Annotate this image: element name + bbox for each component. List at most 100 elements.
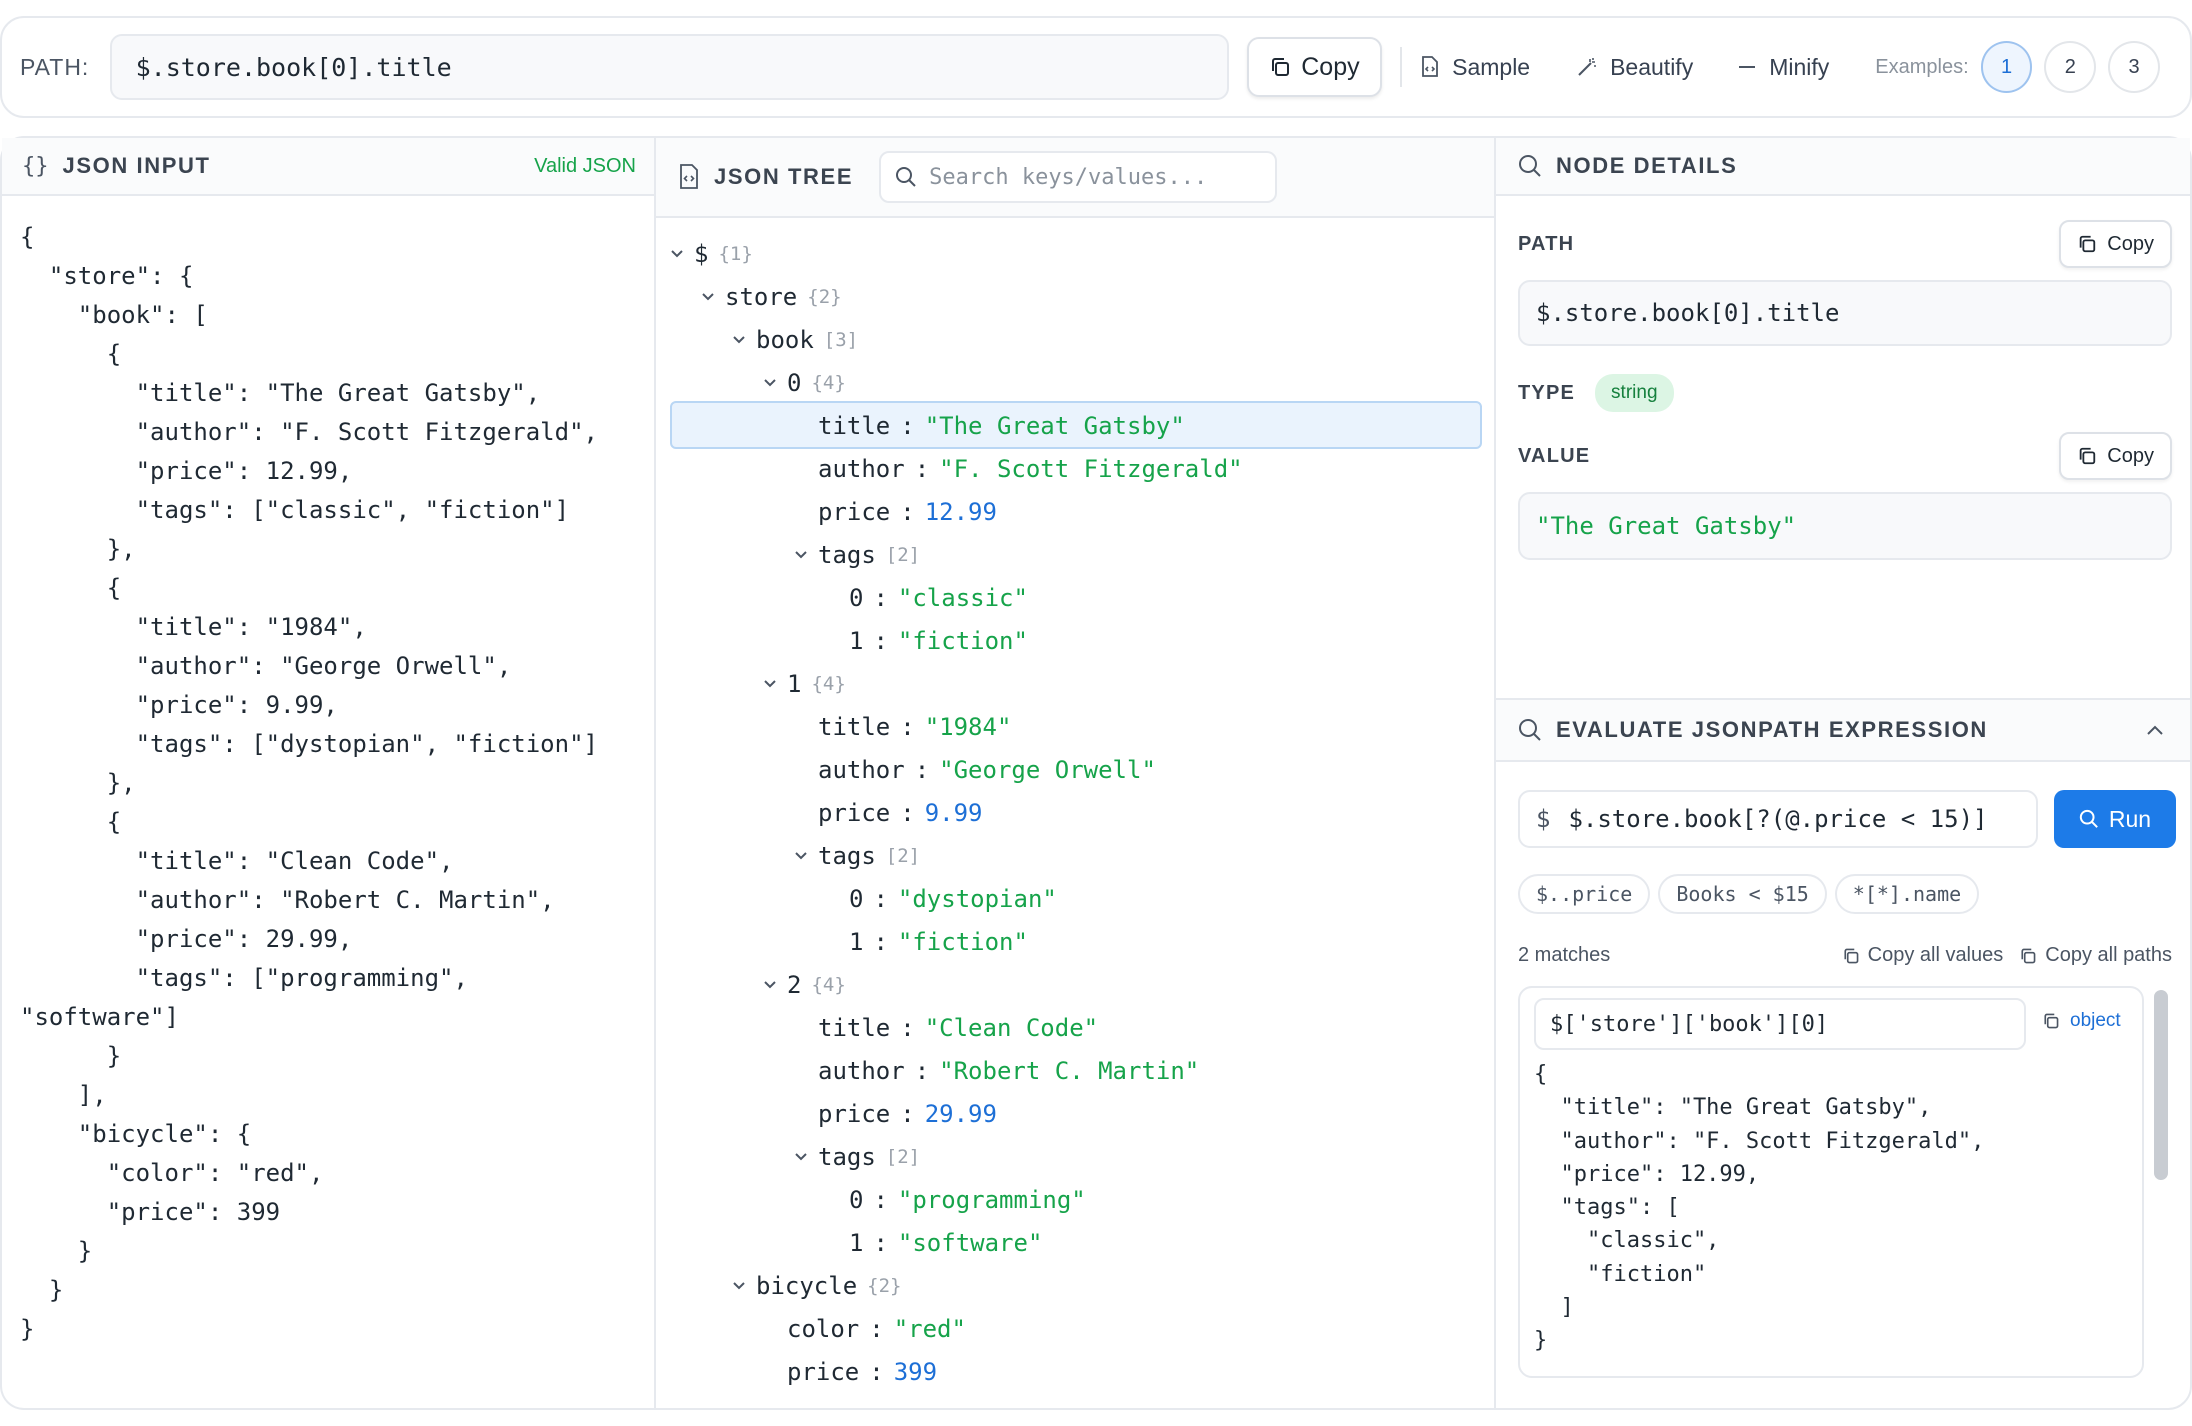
tree-row[interactable]: book [3] (656, 318, 1496, 361)
tree-value: "The Great Gatsby" (924, 411, 1185, 440)
tree-row[interactable]: author: "F. Scott Fitzgerald" (656, 447, 1496, 490)
tree-row[interactable]: author: "Robert C. Martin" (656, 1049, 1496, 1092)
tree-colon: : (900, 497, 915, 526)
tree-count: {4} (811, 973, 846, 996)
tree-key: title (818, 712, 891, 741)
tree-row[interactable]: 1 {4} (656, 662, 1496, 705)
tree-row[interactable]: 0: "dystopian" (656, 877, 1496, 920)
result-scrollbar[interactable] (2154, 990, 2168, 1230)
tree-row[interactable]: title: "The Great Gatsby" (656, 401, 1496, 449)
chevron-down-icon[interactable] (763, 378, 787, 388)
tree-count: {2} (867, 1274, 902, 1297)
example-button-3[interactable]: 3 (2108, 41, 2160, 93)
minify-button[interactable]: Minify (1739, 54, 1829, 81)
tree-row[interactable]: 0 {4} (656, 361, 1496, 404)
tree-row[interactable]: 1: "software" (656, 1221, 1496, 1264)
tree-row[interactable]: store {2} (656, 275, 1496, 318)
json-input-editor[interactable]: { "store": { "book": [ { "title": "The G… (2, 196, 656, 1349)
run-button[interactable]: Run (2054, 790, 2176, 848)
evaluate-title: EVALUATE JSONPATH EXPRESSION (1556, 717, 1988, 742)
tree-value: "1984" (924, 712, 1012, 741)
expression-input[interactable]: $ $.store.book[?(@.price < 15)] (1518, 790, 2038, 848)
tree-search-input[interactable]: Search keys/values... (879, 151, 1278, 203)
tree-row[interactable]: bicycle {2} (656, 1264, 1496, 1307)
tree-key: 1 (787, 669, 802, 698)
preset-chip[interactable]: *[*].name (1834, 874, 1980, 914)
details-value-field[interactable]: "The Great Gatsby" (1518, 492, 2172, 560)
result-card: $['store']['book'][0] object { "title": … (1518, 986, 2144, 1378)
tree-row[interactable]: price:399 (656, 1350, 1496, 1393)
tree-row[interactable]: color: "red" (656, 1307, 1496, 1350)
tree-row[interactable]: 0: "classic" (656, 576, 1496, 619)
copy-icon (2019, 947, 2037, 965)
result-path-field[interactable]: $['store']['book'][0] (1534, 998, 2026, 1050)
tree-value: "programming" (897, 1185, 1086, 1214)
result-type[interactable]: object (2042, 1010, 2121, 1032)
copy-icon (2042, 1012, 2060, 1030)
tree-row[interactable]: tags [2] (656, 533, 1496, 576)
tree-value: "Clean Code" (924, 1013, 1099, 1042)
chevron-down-icon[interactable] (794, 550, 818, 560)
tree-colon: : (914, 454, 930, 483)
tree-colon: : (873, 884, 888, 913)
json-input-title: JSON INPUT (62, 153, 211, 178)
copy-path-button[interactable]: Copy (1246, 37, 1383, 97)
chevron-down-icon[interactable] (732, 1281, 756, 1291)
tree-key: author (818, 454, 905, 483)
copy-details-path-label: Copy (2107, 232, 2154, 255)
copy-icon (1269, 56, 1291, 78)
details-value-label: VALUE (1518, 444, 1591, 467)
tree-row[interactable]: 0: "programming" (656, 1178, 1496, 1221)
tree-row[interactable]: 2 {4} (656, 963, 1496, 1006)
chevron-up-icon[interactable] (2146, 724, 2164, 736)
details-type-row: TYPE string (1518, 374, 1674, 412)
preset-chip[interactable]: Books < $15 (1658, 874, 1827, 914)
chevron-down-icon[interactable] (794, 851, 818, 861)
tree-key: $ (694, 239, 709, 268)
tree-key: 0 (849, 583, 864, 612)
tree-row[interactable]: price:9.99 (656, 791, 1496, 834)
tree-row[interactable]: title: "Clean Code" (656, 1006, 1496, 1049)
tree-row[interactable]: $ {1} (656, 232, 1496, 275)
evaluate-header[interactable]: EVALUATE JSONPATH EXPRESSION (1496, 698, 2190, 762)
tree-value: "George Orwell" (939, 755, 1156, 784)
tree-key: tags (818, 841, 876, 870)
beautify-button[interactable]: Beautify (1576, 54, 1693, 81)
chevron-down-icon[interactable] (794, 1152, 818, 1162)
details-path-field[interactable]: $.store.book[0].title (1518, 280, 2172, 346)
sample-button[interactable]: Sample (1420, 54, 1530, 81)
tree-row[interactable]: title: "1984" (656, 705, 1496, 748)
tree-key: 1 (849, 927, 864, 956)
chevron-down-icon[interactable] (701, 292, 725, 302)
chevron-down-icon[interactable] (670, 249, 694, 259)
run-label: Run (2108, 805, 2152, 832)
expression-prefix: $ (1536, 805, 1551, 833)
tree-row[interactable]: 1: "fiction" (656, 920, 1496, 963)
tree-row[interactable]: price:29.99 (656, 1092, 1496, 1135)
copy-details-path-button[interactable]: Copy (2059, 220, 2172, 268)
chevron-down-icon[interactable] (763, 980, 787, 990)
tree-count: {4} (811, 371, 846, 394)
tree-key: 2 (787, 970, 802, 999)
tree-row[interactable]: tags [2] (656, 1135, 1496, 1178)
chevron-down-icon[interactable] (763, 679, 787, 689)
copy-all-values-button[interactable]: Copy all values (1842, 944, 2003, 967)
tree-row[interactable]: tags [2] (656, 834, 1496, 877)
path-bar: PATH: $.store.book[0].title Copy Sample … (0, 16, 2192, 118)
example-button-2[interactable]: 2 (2044, 41, 2097, 93)
preset-chip[interactable]: $..price (1518, 874, 1651, 914)
chevron-down-icon[interactable] (732, 335, 756, 345)
copy-details-value-button[interactable]: Copy (2059, 432, 2172, 480)
tree-count: [2] (885, 543, 921, 566)
tree-row[interactable]: author: "George Orwell" (656, 748, 1496, 791)
type-badge: string (1595, 374, 1674, 412)
copy-all-paths-button[interactable]: Copy all paths (2019, 944, 2172, 967)
copy-details-value-label: Copy (2107, 444, 2154, 467)
tree-colon: : (914, 1056, 930, 1085)
example-button-1[interactable]: 1 (1980, 41, 2033, 93)
match-count: 2 matches (1518, 944, 1611, 966)
tree-row[interactable]: price:12.99 (656, 490, 1496, 533)
result-scrollbar-thumb[interactable] (2154, 990, 2168, 1180)
tree-row[interactable]: 1: "fiction" (656, 619, 1496, 662)
path-input[interactable]: $.store.book[0].title (109, 34, 1229, 100)
